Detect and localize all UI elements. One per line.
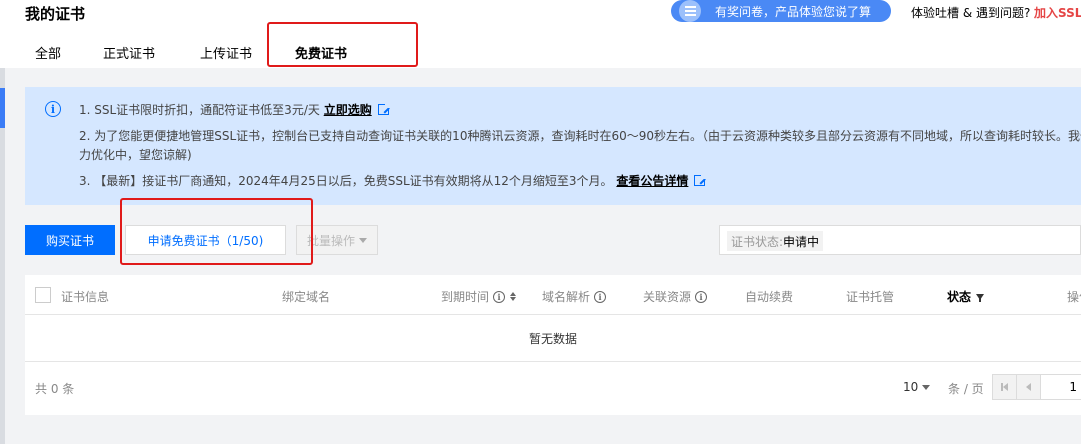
prev-page-button[interactable] [1017,375,1041,399]
notice-line-1-text: 1. SSL证书限时折扣，通配符证书低至3元/天 [79,103,320,117]
buy-now-link[interactable]: 立即选购 [324,103,372,117]
filter-tag-value: 申请中 [783,234,820,249]
column-cert-info: 证书信息 [61,288,109,305]
notice-line-3: 3. 【最新】接证书厂商通知，2024年4月25日以后，免费SSL证书有效期将从… [79,171,707,191]
feedback-link[interactable]: 体验吐槽 & 遇到问题? [911,4,1030,21]
notice-line-2-cont: 力优化中，望您谅解) [79,148,192,162]
column-label: 状态 [947,290,972,304]
filter-tag-key: 证书状态: [731,234,784,249]
table-footer: 共 0 条 10 条 / 页 1 [25,362,1081,415]
page-header: 我的证书 有奖问卷，产品体验您说了算 体验吐槽 & 遇到问题? 加入SSL 全部… [0,0,1081,68]
chevron-left-icon [1026,383,1031,391]
tab-official[interactable]: 正式证书 [103,43,155,62]
filter-tag[interactable]: 证书状态: 申请中 [727,231,824,251]
column-label: 自动续费 [745,290,794,304]
tab-all[interactable]: 全部 [35,43,61,62]
notice-line-3-text: 3. 【最新】接证书厂商通知，2024年4月25日以后，免费SSL证书有效期将从… [79,174,613,188]
external-link-icon[interactable] [694,174,707,186]
column-bound-domain: 绑定域名 [282,288,330,305]
first-page-button[interactable] [993,375,1017,399]
status-filter-input[interactable]: 证书状态: 申请中 [719,225,1081,255]
column-dns: 域名解析 i [542,288,607,305]
table-header: 证书信息 绑定域名 到期时间 i 域名解析 i 关联资源 i 自动续费 证书托管… [25,275,1081,315]
first-page-icon [1001,383,1008,391]
tab-uploaded[interactable]: 上传证书 [200,43,252,62]
help-icon[interactable]: i [493,290,506,303]
active-tab-indicator [288,65,360,67]
current-page-input[interactable]: 1 [1041,375,1081,399]
batch-actions-dropdown[interactable]: 批量操作 [296,225,378,255]
per-page-label: 条 / 页 [948,382,984,396]
external-link-icon[interactable] [377,103,390,115]
column-associated-resources: 关联资源 i [643,288,708,305]
announcement-link[interactable]: 查看公告详情 [616,174,688,188]
column-auto-renew: 自动续费 [745,288,793,305]
sort-icon[interactable] [510,292,517,301]
column-label: 关联资源 [643,290,692,304]
info-icon: i [45,101,61,117]
page-size-value: 10 [903,380,919,394]
certificate-table: 证书信息 绑定域名 到期时间 i 域名解析 i 关联资源 i 自动续费 证书托管… [25,275,1081,415]
survey-banner-text: 有奖问卷，产品体验您说了算 [715,4,872,19]
column-label: 证书托管 [846,290,895,304]
select-all-checkbox[interactable] [35,287,51,303]
column-actions: 操作 [1067,288,1081,305]
empty-state: 暂无数据 [25,315,1081,362]
notice-line-2: 2. 为了您能更便捷地管理SSL证书，控制台已支持自动查询证书关联的10种腾讯云… [79,129,1081,143]
page-size-select[interactable]: 10 [903,380,931,394]
column-label: 到期时间 [441,290,490,304]
batch-actions-label: 批量操作 [306,233,355,248]
column-label: 域名解析 [542,290,591,304]
pagination: 1 [992,374,1081,400]
certificate-tabs: 全部 正式证书 上传证书 免费证书 [0,34,1081,68]
buy-certificate-button[interactable]: 购买证书 [25,225,115,255]
column-expiry: 到期时间 i [441,288,517,305]
column-status: 状态 [947,288,985,305]
filter-icon[interactable] [976,293,985,302]
column-label: 证书信息 [61,290,110,304]
notice-panel: i 1. SSL证书限时折扣，通配符证书低至3元/天 立即选购 2. 为了您能更… [25,87,1081,205]
total-count: 共 0 条 [35,382,75,396]
help-icon[interactable]: i [695,290,708,303]
tab-free[interactable]: 免费证书 [295,43,347,62]
notice-line-1: 1. SSL证书限时折扣，通配符证书低至3元/天 立即选购 [79,100,390,120]
survey-banner[interactable]: 有奖问卷，产品体验您说了算 [671,0,891,22]
chevron-down-icon [359,237,367,243]
chevron-down-icon [922,384,931,390]
document-icon [679,0,701,22]
apply-free-certificate-button[interactable]: 申请免费证书（1/50) [125,225,286,255]
column-hosting: 证书托管 [846,288,894,305]
help-icon[interactable]: i [594,290,607,303]
page-title: 我的证书 [25,5,86,23]
column-label: 绑定域名 [282,290,331,304]
column-label: 操作 [1067,290,1081,304]
left-strip-accent [0,88,5,128]
join-ssl-link[interactable]: 加入SSL [1034,4,1081,21]
